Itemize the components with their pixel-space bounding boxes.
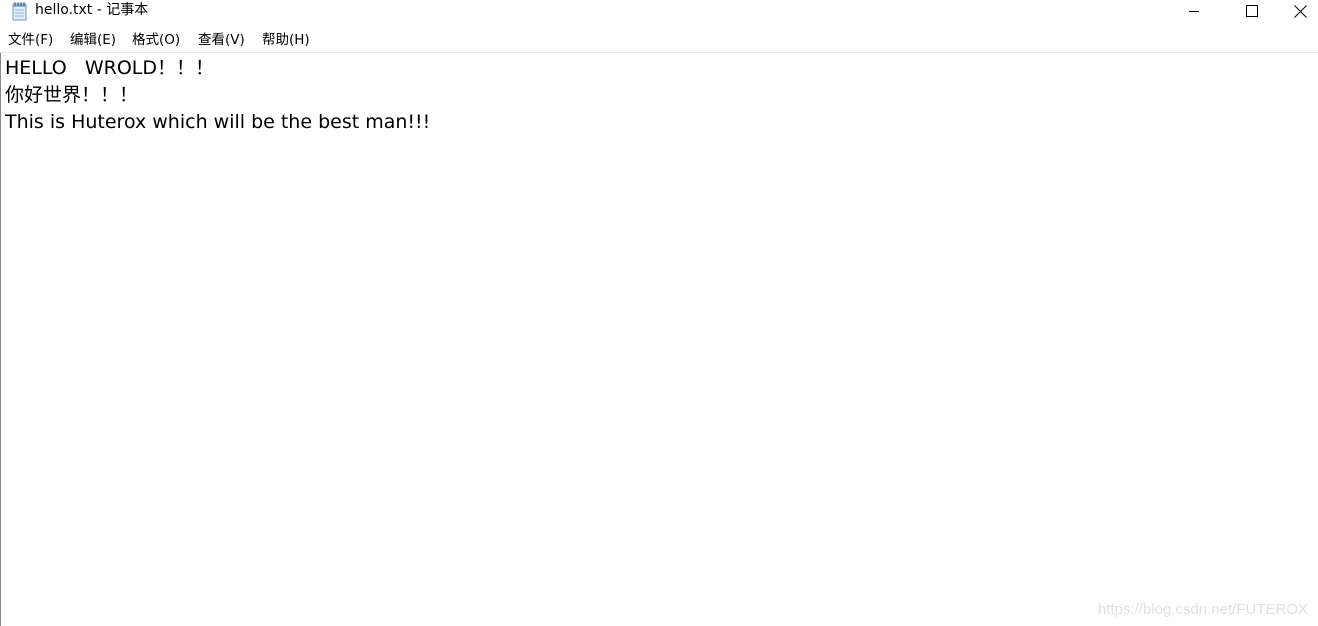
minimize-button[interactable] — [1166, 0, 1222, 22]
watermark: https://blog.csdn.net/FUTEROX — [1097, 601, 1308, 618]
title-bar: hello.txt - 记事本 — [0, 0, 1318, 28]
text-editor[interactable]: HELLO WROLD！！！ 你好世界！！！ This is Huterox w… — [0, 53, 1318, 626]
menu-file[interactable]: 文件(F) — [8, 31, 53, 49]
window-title: hello.txt - 记事本 — [35, 2, 149, 18]
maximize-icon — [1246, 5, 1258, 17]
menu-help[interactable]: 帮助(H) — [262, 31, 310, 49]
text-line: 你好世界！！！ — [5, 84, 139, 106]
close-button[interactable] — [1282, 0, 1318, 22]
text-line: This is Huterox which will be the best m… — [5, 111, 431, 133]
minimize-icon — [1188, 5, 1200, 17]
menu-edit[interactable]: 编辑(E) — [70, 31, 116, 49]
text-line: HELLO WROLD！！！ — [5, 57, 215, 79]
close-icon — [1293, 4, 1307, 18]
maximize-button[interactable] — [1224, 0, 1280, 22]
notepad-icon — [11, 2, 29, 21]
menu-view[interactable]: 查看(V) — [198, 31, 245, 49]
menu-format[interactable]: 格式(O) — [132, 31, 180, 49]
menu-bar: 文件(F) 编辑(E) 格式(O) 查看(V) 帮助(H) — [0, 28, 1318, 53]
